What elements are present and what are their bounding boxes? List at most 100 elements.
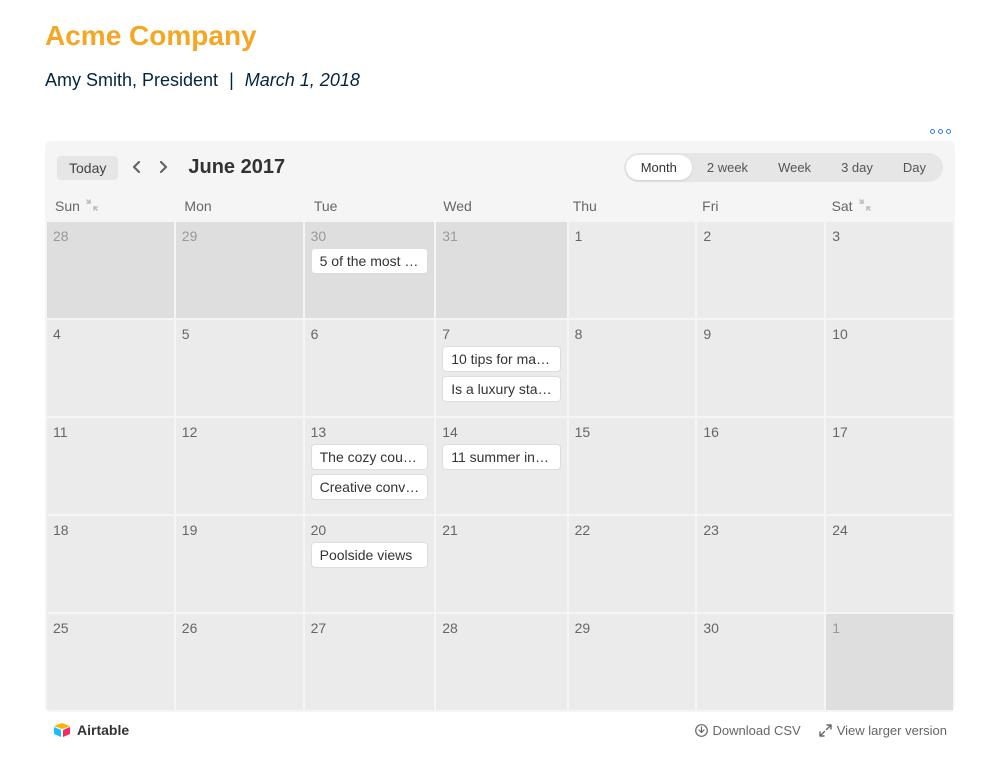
day-cell[interactable]: 19 — [176, 516, 303, 612]
day-cell[interactable]: 23 — [697, 516, 824, 612]
airtable-logo: Airtable — [53, 722, 129, 738]
dayname-label: Thu — [573, 198, 597, 214]
collapse-icon[interactable] — [859, 199, 871, 213]
dayname-mon: Mon — [176, 190, 305, 222]
day-cell[interactable]: 31 — [436, 222, 566, 318]
day-cell[interactable]: 3 — [826, 222, 953, 318]
event-chip[interactable]: Is a luxury sta… — [442, 376, 560, 402]
download-csv-link[interactable]: Download CSV — [695, 723, 801, 738]
day-cell[interactable]: 10 — [826, 320, 953, 416]
day-cell[interactable]: 28 — [47, 222, 174, 318]
day-number: 2 — [703, 228, 818, 244]
day-number: 12 — [182, 424, 297, 440]
expand-icon — [819, 724, 832, 737]
day-number: 1 — [575, 228, 690, 244]
day-cell[interactable]: 2 — [697, 222, 824, 318]
calendar-footer: Airtable Download CSV View larger versio… — [45, 712, 955, 742]
day-number: 29 — [575, 620, 690, 636]
event-chip[interactable]: Poolside views — [311, 542, 429, 568]
day-cell[interactable]: 12 — [176, 418, 303, 514]
day-number: 6 — [311, 326, 429, 342]
event-chip[interactable]: 10 tips for ma… — [442, 346, 560, 372]
dayname-label: Wed — [443, 198, 472, 214]
day-cell[interactable]: 18 — [47, 516, 174, 612]
day-cell[interactable]: 4 — [47, 320, 174, 416]
day-cell[interactable]: 26 — [176, 614, 303, 710]
footer-brand[interactable]: Airtable — [53, 722, 129, 738]
day-cell[interactable]: 14 11 summer in… — [436, 418, 566, 514]
day-number: 20 — [311, 522, 429, 538]
day-number: 4 — [53, 326, 168, 342]
dayname-fri: Fri — [694, 190, 823, 222]
collapse-icon[interactable] — [86, 199, 98, 213]
day-number: 30 — [703, 620, 818, 636]
download-csv-text: Download CSV — [713, 723, 801, 738]
dayname-label: Mon — [184, 198, 211, 214]
day-cell[interactable]: 22 — [569, 516, 696, 612]
day-number: 28 — [442, 620, 560, 636]
next-month-button[interactable] — [155, 158, 172, 178]
dayname-sat: Sat — [824, 190, 953, 222]
day-cell[interactable]: 28 — [436, 614, 566, 710]
day-number: 11 — [53, 424, 168, 440]
dayname-thu: Thu — [565, 190, 694, 222]
author-name: Amy Smith, President — [45, 70, 218, 90]
day-number: 15 — [575, 424, 690, 440]
toolbar-left: Today June 2017 — [57, 156, 285, 180]
day-cell[interactable]: 7 10 tips for ma… Is a luxury sta… — [436, 320, 566, 416]
day-cell[interactable]: 30 — [697, 614, 824, 710]
day-number: 22 — [575, 522, 690, 538]
options-dots[interactable] — [45, 121, 955, 139]
day-number: 9 — [703, 326, 818, 342]
view-btn-week[interactable]: Week — [763, 155, 826, 180]
day-cell[interactable]: 305 of the most … — [305, 222, 435, 318]
day-cell[interactable]: 25 — [47, 614, 174, 710]
day-cell[interactable]: 29 — [569, 614, 696, 710]
download-icon — [695, 724, 708, 737]
view-btn-day[interactable]: Day — [888, 155, 941, 180]
day-cell[interactable]: 1 — [569, 222, 696, 318]
day-cell[interactable]: 9 — [697, 320, 824, 416]
airtable-brand-text: Airtable — [77, 722, 129, 738]
view-btn-3-day[interactable]: 3 day — [826, 155, 888, 180]
day-number: 3 — [832, 228, 947, 244]
today-button[interactable]: Today — [57, 156, 118, 180]
event-chip[interactable]: The cozy cou… — [311, 444, 429, 470]
day-cell[interactable]: 27 — [305, 614, 435, 710]
view-larger-link[interactable]: View larger version — [819, 723, 947, 738]
day-cell[interactable]: 13The cozy cou…Creative conv… — [305, 418, 435, 514]
dayname-wed: Wed — [435, 190, 564, 222]
day-cell[interactable]: 20 Poolside views — [305, 516, 435, 612]
day-cell[interactable]: 15 — [569, 418, 696, 514]
event-chip[interactable]: 11 summer in… — [442, 444, 560, 470]
prev-month-button[interactable] — [128, 158, 145, 178]
day-cell[interactable]: 1 — [826, 614, 953, 710]
day-cell[interactable]: 24 — [826, 516, 953, 612]
day-cell[interactable]: 21 — [436, 516, 566, 612]
day-cell[interactable]: 5 — [176, 320, 303, 416]
day-cell[interactable]: 8 — [569, 320, 696, 416]
day-cell[interactable]: 29 — [176, 222, 303, 318]
footer-links: Download CSV View larger version — [695, 723, 947, 738]
day-number: 23 — [703, 522, 818, 538]
byline: Amy Smith, President | March 1, 2018 — [45, 70, 955, 91]
day-cell[interactable]: 17 — [826, 418, 953, 514]
day-number: 31 — [442, 228, 560, 244]
day-number: 14 — [442, 424, 560, 440]
view-btn-2-week[interactable]: 2 week — [692, 155, 763, 180]
dayname-label: Fri — [702, 198, 718, 214]
event-chip[interactable]: Creative conv… — [311, 474, 429, 500]
airtable-logo-icon — [53, 723, 71, 738]
day-number: 24 — [832, 522, 947, 538]
day-number: 28 — [53, 228, 168, 244]
day-cell[interactable]: 11 — [47, 418, 174, 514]
event-chip[interactable]: 5 of the most … — [311, 248, 429, 274]
dayname-label: Tue — [314, 198, 338, 214]
day-number: 7 — [442, 326, 560, 342]
byline-separator: | — [229, 70, 234, 90]
day-number: 18 — [53, 522, 168, 538]
day-cell[interactable]: 6 — [305, 320, 435, 416]
dayname-sun: Sun — [47, 190, 176, 222]
view-btn-month[interactable]: Month — [626, 155, 692, 180]
day-cell[interactable]: 16 — [697, 418, 824, 514]
